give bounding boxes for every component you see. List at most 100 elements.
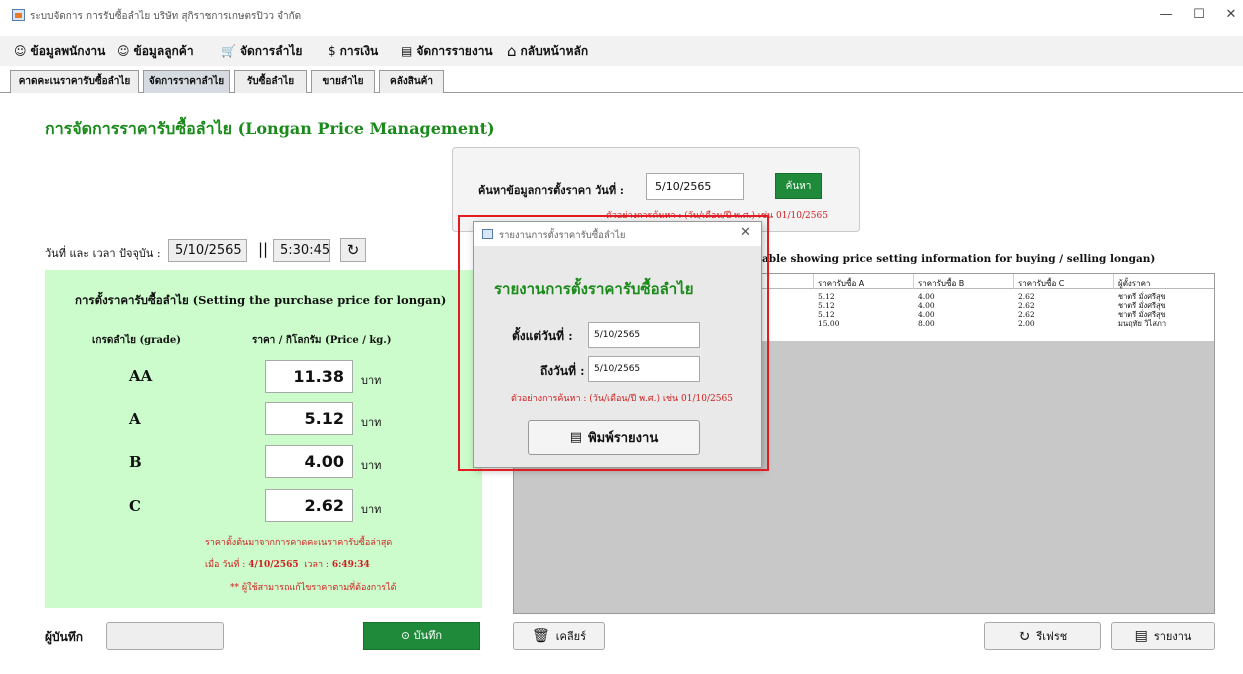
refresh-datetime-button[interactable]: ↻ — [340, 238, 366, 262]
table-cell: 2.62 — [1018, 310, 1035, 319]
unit-label: บาท — [361, 374, 382, 387]
dialog-heading: รายงานการตั้งราคารับซื้อลำไย — [494, 280, 694, 298]
table-cell: 5.12 — [818, 310, 835, 319]
dialog-title: รายงานการตั้งราคารับซื้อลำไย — [499, 230, 626, 241]
tab-price-forecast[interactable]: คาดคะเนราคารับซื้อลำไย — [10, 70, 139, 93]
table-cell: ชาตรี มั่งศรีสุข — [1118, 301, 1166, 310]
note-date-prefix: เมื่อ วันที่ : — [205, 560, 246, 570]
grade-b-label: B — [129, 453, 142, 471]
price-source-note: ราคาตั้งต้นมาจากการคาดคะเนราคารับซื้อล่า… — [205, 538, 393, 548]
menu-reports-label: จัดการรายงาน — [416, 43, 493, 58]
document-icon: ▤ — [401, 44, 413, 58]
document-icon: ▤ — [569, 430, 583, 445]
table-cell: ชาตรี มั่งศรีสุข — [1118, 292, 1166, 301]
close-button[interactable]: ✕ — [1220, 5, 1242, 25]
from-date-label: ตั้งแต่วันที่ : — [512, 329, 573, 343]
table-cell: 8.00 — [918, 319, 935, 328]
search-date-input[interactable]: 5/10/2565 — [646, 173, 744, 200]
to-date-input[interactable]: 5/10/2565 — [588, 356, 700, 382]
price-aa-input[interactable]: 11.38 — [265, 360, 353, 393]
menu-longan[interactable]: 🛒 จัดการลำไย — [221, 42, 302, 60]
refresh-icon: ↻ — [1017, 627, 1031, 645]
menu-reports[interactable]: ▤ จัดการรายงาน — [401, 42, 493, 60]
search-panel: ค้นหาข้อมูลการตั้งราคา วันที่ : 5/10/256… — [452, 147, 860, 232]
menu-finance-label: การเงิน — [339, 43, 379, 58]
menu-finance[interactable]: $ การเงิน — [328, 42, 378, 60]
note-time: 6:49:34 — [331, 560, 370, 570]
menu-employees-label: ข้อมูลพนักงาน — [30, 43, 106, 58]
menu-home-label: กลับหน้าหลัก — [520, 43, 589, 58]
dialog-close-button[interactable]: ✕ — [740, 225, 751, 240]
grade-aa-label: AA — [129, 367, 153, 385]
table-cell: ชาตรี มั่งศรีสุข — [1118, 310, 1166, 319]
table-cell: 5.12 — [818, 301, 835, 310]
document-icon: ▤ — [1134, 628, 1148, 644]
note-date: 4/10/2565 — [248, 560, 299, 570]
report-button[interactable]: ▤ รายงาน — [1111, 622, 1215, 650]
minimize-button[interactable]: — — [1155, 5, 1177, 25]
window-title: ระบบจัดการ การรับซื้อลำไย บริษัท สุกิราช… — [30, 11, 302, 22]
menu-customers-label: ข้อมูลลูกค้า — [133, 43, 194, 58]
refresh-button-label: รีเฟรช — [1036, 630, 1068, 643]
dollar-icon: $ — [328, 44, 336, 58]
menu-employees[interactable]: ☺ ข้อมูลพนักงาน — [14, 42, 105, 60]
menu-bar: ☺ ข้อมูลพนักงาน ☺ ข้อมูลลูกค้า 🛒 จัดการล… — [0, 36, 1243, 66]
dialog-title-bar: รายงานการตั้งราคารับซื้อลำไย ✕ — [474, 222, 761, 246]
save-button-label: บันทึก — [413, 629, 443, 642]
price-b-input[interactable]: 4.00 — [265, 445, 353, 478]
clear-button[interactable]: 🗑 เคลียร์ — [513, 622, 605, 650]
pricing-title: การตั้งราคารับซื้อลำไย (Setting the purc… — [75, 293, 447, 307]
trash-icon: 🗑 — [532, 628, 550, 644]
column-header: ราคารับซื้อ C — [1014, 274, 1114, 289]
table-cell: มนฤทัย วิไสภา — [1118, 319, 1167, 328]
unit-label: บาท — [361, 503, 382, 516]
unit-label: บาท — [361, 459, 382, 472]
tab-strip: คาดคะเนราคารับซื้อลำไย จัดการราคาลำไย รั… — [0, 66, 1243, 93]
column-header: ผู้ตั้งราคา — [1118, 279, 1151, 288]
search-hint: ตัวอย่างการค้นหา : (วัน/เดือน/ปี พ.ศ.) เ… — [606, 211, 828, 221]
table-cell: 4.00 — [918, 292, 935, 301]
search-button[interactable]: ค้นหา — [775, 173, 822, 199]
tab-price-management[interactable]: จัดการราคาลำไย — [143, 70, 230, 93]
table-caption: able showing price setting information f… — [762, 253, 1156, 265]
table-cell: 5.12 — [818, 292, 835, 301]
tab-sell-longan[interactable]: ขายลำไย — [311, 70, 375, 93]
recorder-label: ผู้บันทึก — [45, 630, 84, 644]
tab-warehouse[interactable]: คลังสินค้า — [379, 70, 444, 93]
current-time-field: 5:30:45 — [273, 239, 330, 262]
datetime-label: วันที่ และ เวลา ปัจจุบัน : — [45, 247, 161, 260]
save-icon: ⊙ — [400, 629, 411, 642]
report-dialog: รายงานการตั้งราคารับซื้อลำไย ✕ รายงานการ… — [473, 221, 762, 468]
price-column-header: ราคา / กิโลกรัม (Price / kg.) — [252, 335, 392, 346]
search-label: ค้นหาข้อมูลการตั้งราคา วันที่ : — [478, 184, 624, 197]
cart-icon: 🛒 — [221, 44, 236, 58]
pricing-panel: การตั้งราคารับซื้อลำไย (Setting the purc… — [45, 270, 482, 608]
users-icon: ☺ — [117, 44, 130, 58]
save-button[interactable]: ⊙ บันทึก — [363, 622, 480, 650]
table-cell: 4.00 — [918, 301, 935, 310]
refresh-button[interactable]: ↻ รีเฟรช — [984, 622, 1101, 650]
table-cell: 15.00 — [818, 319, 840, 328]
menu-longan-label: จัดการลำไย — [239, 43, 303, 58]
column-header: ราคารับซื้อ A — [814, 274, 914, 289]
print-report-button[interactable]: ▤ พิมพ์รายงาน — [528, 420, 700, 455]
price-a-input[interactable]: 5.12 — [265, 402, 353, 435]
page-title: การจัดการราคารับซื้อลำไย (Longan Price M… — [45, 119, 495, 138]
editable-note: ** ผู้ใช้สามารถแก้ไขราคาตามที่ต้องการได้ — [230, 583, 397, 593]
note-time-prefix: เวลา : — [304, 560, 329, 570]
maximize-button[interactable]: ☐ — [1188, 5, 1210, 25]
print-report-label: พิมพ์รายงาน — [588, 431, 659, 446]
table-cell: 2.62 — [1018, 292, 1035, 301]
java-app-icon — [12, 9, 25, 21]
current-date-field: 5/10/2565 — [168, 239, 247, 262]
from-date-input[interactable]: 5/10/2565 — [588, 322, 700, 348]
tab-buy-longan[interactable]: รับซื้อลำไย — [234, 70, 307, 93]
menu-customers[interactable]: ☺ ข้อมูลลูกค้า — [117, 42, 194, 60]
menu-home[interactable]: ⌂ กลับหน้าหลัก — [507, 42, 588, 60]
app-window: ระบบจัดการ การรับซื้อลำไย บริษัท สุกิราช… — [0, 0, 1243, 674]
price-c-input[interactable]: 2.62 — [265, 489, 353, 522]
to-date-label: ถึงวันที่ : — [540, 364, 585, 378]
title-bar: ระบบจัดการ การรับซื้อลำไย บริษัท สุกิราช… — [0, 0, 1243, 32]
grade-a-label: A — [129, 410, 141, 428]
grade-column-header: เกรดลำไย (grade) — [92, 335, 182, 346]
